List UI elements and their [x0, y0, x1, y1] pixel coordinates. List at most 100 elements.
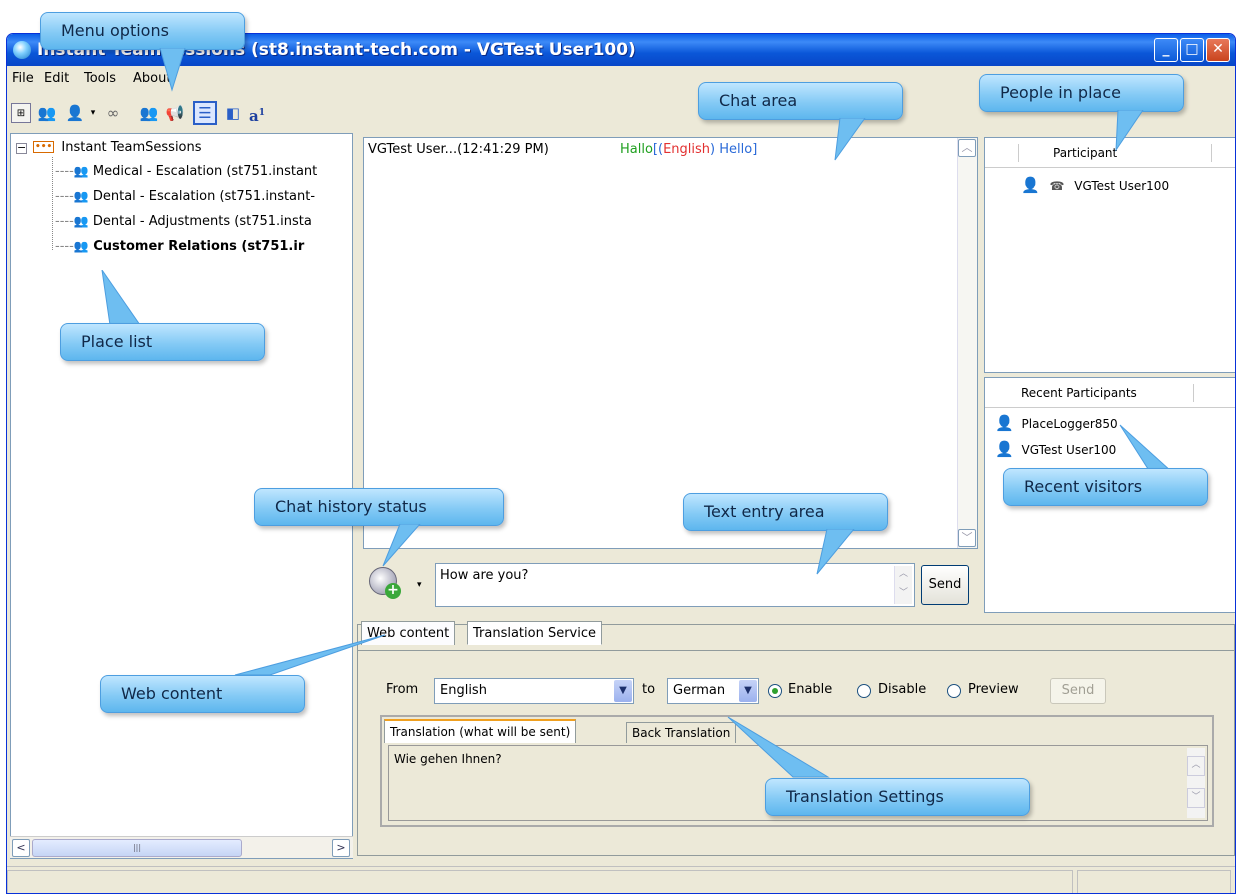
history-dropdown-icon[interactable]: ▾ — [417, 580, 422, 590]
recent-row[interactable]: 👤 PlaceLogger850 — [995, 414, 1118, 432]
place-icon: 👥 — [73, 239, 89, 253]
tree-view-icon[interactable]: ⊞ — [11, 103, 31, 123]
chat-language: English — [663, 142, 711, 157]
from-language-select[interactable]: English ▼ — [434, 678, 634, 704]
tree-item-place[interactable]: ----👥 Medical - Escalation (st751.instan… — [55, 164, 317, 179]
participant-row[interactable]: 👤 ☎ VGTest User100 — [1021, 176, 1169, 194]
entry-scrollbar[interactable]: ︿ ﹀ — [894, 566, 912, 604]
minimize-button[interactable]: _ — [1154, 38, 1178, 62]
add-place-icon[interactable]: 👥 — [37, 103, 57, 123]
scroll-down-button[interactable]: ﹀ — [958, 529, 976, 547]
place-label: Dental - Adjustments (st751.insta — [92, 214, 312, 229]
from-language-value: English — [440, 683, 487, 698]
to-language-select[interactable]: German ▼ — [667, 678, 759, 704]
chat-original: Hello] — [719, 142, 758, 157]
user-online-icon: 👤 — [1021, 176, 1040, 194]
recent-header-label: Recent Participants — [1021, 386, 1137, 400]
enable-label: Enable — [788, 682, 833, 697]
tree-root[interactable]: ••• Instant TeamSessions — [33, 140, 202, 155]
callout-pointer — [159, 48, 186, 92]
people-icon[interactable]: 👥 — [139, 103, 159, 123]
to-label: to — [642, 682, 656, 697]
user-online-icon: 👤 — [995, 440, 1014, 458]
chevron-down-icon: ▼ — [614, 680, 632, 702]
chat-message: VGTest User...(12:41:29 PM) — [368, 142, 549, 157]
callout-pointer — [1115, 110, 1144, 152]
place-icon: 👥 — [73, 214, 89, 228]
chat-message-text: Hallo[(English) Hello] — [620, 142, 757, 157]
teamsessions-icon: ••• — [33, 141, 55, 153]
callout-pointer — [834, 118, 866, 161]
status-pane — [7, 870, 1073, 893]
status-bar — [7, 866, 1235, 893]
menu-file[interactable]: File — [12, 71, 34, 86]
callout-chat-area: Chat area — [698, 82, 903, 120]
layout-rows-icon[interactable]: ☰ — [193, 101, 217, 125]
horizontal-scrollbar[interactable]: < ||| > — [10, 836, 353, 858]
place-label: Dental - Escalation (st751.instant- — [92, 189, 316, 204]
place-label: Customer Relations (st751.ir — [93, 239, 305, 254]
layout-columns-icon[interactable]: ◧ — [223, 103, 243, 123]
dropdown-arrow-icon[interactable]: ▾ — [83, 103, 103, 123]
preview-label: Preview — [968, 682, 1019, 697]
font-size-icon[interactable]: a1 — [247, 103, 267, 125]
status-pane-right — [1077, 870, 1231, 893]
recent-name: PlaceLogger850 — [1021, 417, 1118, 431]
tree-item-place-selected[interactable]: ----👥 Customer Relations (st751.ir — [55, 239, 304, 254]
disable-label: Disable — [878, 682, 927, 697]
collapse-toggle[interactable]: − — [16, 142, 27, 154]
tab-translation-sent[interactable]: Translation (what will be sent) — [384, 719, 577, 743]
chat-sender: VGTest User...(12:41:29 PM) — [368, 142, 549, 157]
preview-send-button[interactable]: Send — [1050, 678, 1106, 704]
callout-pointer — [382, 524, 421, 567]
scroll-left-button[interactable]: < — [12, 839, 30, 857]
callout-pointer — [816, 529, 855, 575]
recent-name: VGTest User100 — [1021, 443, 1117, 457]
from-label: From — [386, 682, 419, 697]
close-button[interactable]: ✕ — [1206, 38, 1230, 62]
scroll-thumb[interactable]: ||| — [32, 839, 242, 857]
phone-icon: ☎ — [1049, 179, 1065, 193]
preview-radio[interactable] — [947, 684, 961, 698]
send-button[interactable]: Send — [921, 565, 969, 605]
place-icon: 👥 — [73, 164, 89, 178]
user-online-icon: 👤 — [995, 414, 1014, 432]
tree-item-place[interactable]: ----👥 Dental - Escalation (st751.instant… — [55, 189, 315, 204]
participant-name: VGTest User100 — [1074, 179, 1170, 193]
menu-edit[interactable]: Edit — [44, 71, 69, 86]
broadcast-icon[interactable]: 📢 — [165, 103, 185, 123]
tab-translation-service[interactable]: Translation Service — [467, 621, 603, 645]
tree-item-place[interactable]: ----👥 Dental - Adjustments (st751.insta — [55, 214, 312, 229]
people-in-place-panel: Participant 👤 ☎ VGTest User100 — [984, 137, 1235, 373]
translation-scrollbar[interactable]: ︿ ﹀ — [1187, 748, 1205, 818]
to-language-value: German — [673, 683, 726, 698]
app-icon — [13, 41, 31, 59]
disable-radio[interactable] — [857, 684, 871, 698]
callout-chat-history: Chat history status — [254, 488, 504, 526]
glasses-icon[interactable]: ∞ — [103, 103, 123, 123]
enable-radio[interactable] — [768, 684, 782, 698]
add-user-icon[interactable]: 👤 — [65, 103, 85, 123]
chat-history-status-icon[interactable]: + — [369, 565, 405, 603]
place-icon: 👥 — [73, 189, 89, 203]
maximize-button[interactable]: □ — [1180, 38, 1204, 62]
chevron-down-icon: ▼ — [739, 680, 757, 702]
scroll-up-button[interactable]: ︿ — [958, 139, 976, 157]
app-window: Instant TeamSessions (st8.instant-tech.c… — [6, 33, 1236, 894]
callout-translation-settings: Translation Settings — [765, 778, 1030, 816]
translation-text: Wie gehen Ihnen? — [394, 752, 502, 766]
tree-root-label: Instant TeamSessions — [61, 140, 202, 155]
text-entry-value: How are you? — [440, 568, 529, 583]
chat-bracket-close: ) — [710, 142, 716, 157]
chat-scrollbar[interactable]: ︿ ﹀ — [957, 138, 977, 548]
callout-people-in-place: People in place — [979, 74, 1184, 112]
chat-bracket: [( — [652, 142, 664, 157]
menu-tools[interactable]: Tools — [84, 71, 116, 86]
callout-pointer — [234, 634, 386, 676]
chat-translated: Hallo — [620, 142, 653, 157]
callout-pointer — [101, 270, 141, 326]
scroll-right-button[interactable]: > — [332, 839, 350, 857]
recent-header[interactable]: Recent Participants — [985, 378, 1235, 408]
tree-connector — [52, 157, 53, 250]
recent-row[interactable]: 👤 VGTest User100 — [995, 440, 1116, 458]
